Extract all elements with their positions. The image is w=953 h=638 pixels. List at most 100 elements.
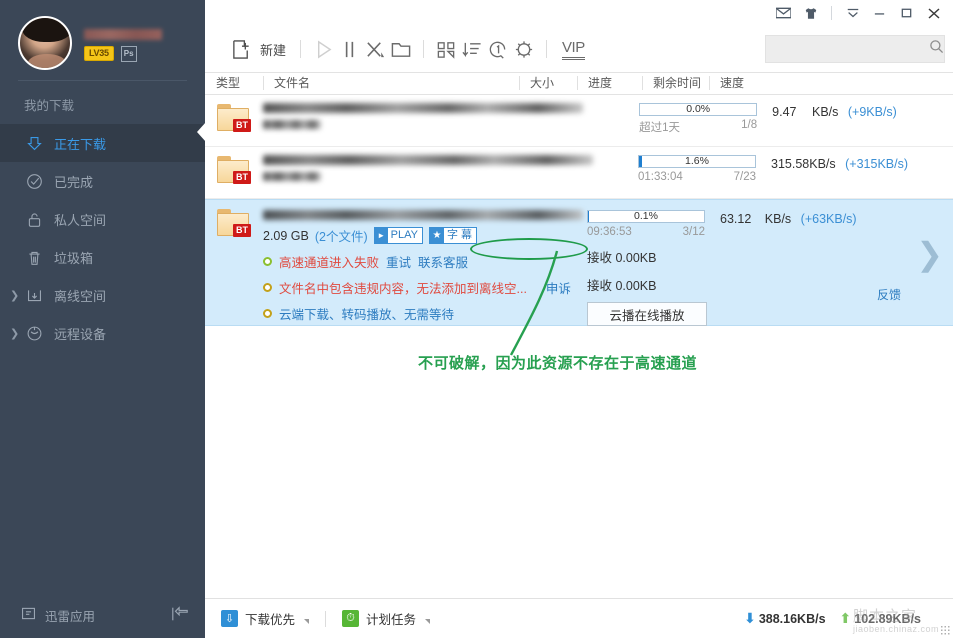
subtitle-tag-label: 字 幕	[447, 228, 472, 243]
sidebar-item-completed[interactable]: 已完成	[0, 162, 205, 200]
sidebar-item-downloading[interactable]: 正在下载	[0, 124, 205, 162]
scheduled-task-button[interactable]: ⏱ 计划任务	[342, 609, 430, 628]
play-tag-label: PLAY	[391, 228, 418, 243]
time-remaining: 超过1天	[639, 119, 680, 135]
bt-folder-icon: BT	[217, 156, 251, 184]
play-tag[interactable]: ► PLAY	[374, 227, 423, 244]
xunlei-apps-icon[interactable]	[20, 605, 37, 625]
vip-button[interactable]: VIP	[556, 39, 591, 60]
note-text: 高速通道进入失败	[279, 252, 379, 271]
minimize-icon[interactable]	[866, 2, 893, 24]
task-filename-cell	[263, 95, 639, 146]
sidebar-item-remote-device[interactable]: ❯ 远程设备	[0, 314, 205, 352]
search-input[interactable]	[774, 42, 929, 56]
column-header-size[interactable]: 大小	[519, 72, 577, 95]
sidebar: LV35 Ps 我的下载 正在下载 已完成	[0, 0, 205, 638]
task-progress-cell: 1.6% 01:33:04 7/23	[638, 147, 763, 198]
note-row-cloud-promo: 云端下载、转码播放、无需等待	[263, 304, 587, 323]
bullet-dot-icon	[263, 309, 272, 318]
note-text: 云端下载、转码播放、无需等待	[279, 304, 454, 323]
column-header-progress[interactable]: 进度	[577, 72, 642, 95]
subtitle-tag[interactable]: ★ 字 幕	[429, 227, 477, 244]
feedback-link[interactable]: 反馈	[877, 286, 901, 303]
download-speed-value: 388.16KB/s	[759, 612, 826, 626]
filename-redacted-line2	[263, 120, 321, 129]
xunlei-apps-label[interactable]: 迅雷应用	[45, 606, 95, 625]
column-header-time[interactable]: 剩余时间	[642, 72, 709, 95]
note-text: 文件名中包含违规内容，无法添加到离线空...	[279, 278, 527, 297]
speed-delta: (+315KB/s)	[845, 157, 908, 171]
shirt-icon[interactable]	[797, 2, 824, 24]
sidebar-spacer	[0, 352, 205, 592]
titlebar-separator	[831, 6, 832, 20]
column-header-type[interactable]: 类型	[205, 72, 263, 95]
close-icon[interactable]	[920, 2, 947, 24]
grid-view-icon[interactable]	[433, 36, 459, 62]
ps-badge: Ps	[121, 46, 137, 62]
table-row[interactable]: BT 0.0% 超过1天 1/8	[205, 95, 953, 147]
sidebar-item-label: 已完成	[54, 172, 93, 191]
active-item-pointer	[197, 122, 206, 142]
maximize-icon[interactable]	[893, 2, 920, 24]
progress-percent: 0.1%	[588, 210, 704, 223]
play-icon[interactable]	[310, 36, 336, 62]
xunlei-window: LV35 Ps 我的下载 正在下载 已完成	[0, 0, 953, 638]
files-done: 3/12	[683, 226, 705, 238]
arrow-up-icon: ⬆	[840, 610, 852, 627]
sidebar-item-offline-space[interactable]: ❯ 离线空间	[0, 276, 205, 314]
pause-icon[interactable]	[336, 36, 362, 62]
avatar[interactable]	[18, 16, 72, 70]
bt-tag: BT	[233, 224, 251, 237]
bt-tag: BT	[233, 171, 251, 184]
chevron-right-icon[interactable]: ❯	[916, 238, 943, 270]
table-row[interactable]: BT 1.6% 01:33:04 7/23	[205, 147, 953, 199]
sort-icon[interactable]	[459, 36, 485, 62]
task-type-cell: BT	[205, 147, 263, 198]
download-priority-button[interactable]: ⇩ 下载优先	[221, 609, 309, 628]
download-priority-icon: ⇩	[221, 610, 238, 627]
resize-grip[interactable]	[940, 625, 950, 635]
offline-box-icon	[24, 285, 44, 305]
search-icon[interactable]	[929, 39, 944, 59]
sidebar-item-trash[interactable]: 垃圾箱	[0, 238, 205, 276]
single-task-icon[interactable]	[485, 36, 511, 62]
open-folder-icon[interactable]	[388, 36, 414, 62]
files-done: 1/8	[741, 119, 757, 135]
contact-support-link[interactable]: 联系客服	[418, 252, 468, 271]
appeal-link[interactable]: 申诉	[546, 278, 571, 297]
task-progress-cell: 0.0% 超过1天 1/8	[639, 95, 764, 146]
bt-folder-icon: BT	[217, 209, 251, 237]
remote-device-icon	[24, 323, 44, 343]
table-row-selected[interactable]: BT 2.09 GB (2个文件) ► PLAY	[205, 199, 953, 326]
toolbar-separator	[546, 40, 547, 58]
check-circle-icon	[24, 171, 44, 191]
toolbar: 新建	[205, 26, 953, 72]
vip-label: VIP	[562, 39, 585, 60]
status-bar: ⇩ 下载优先 ⏱ 计划任务 ⬇ 388.16KB/s ⬆ 102.89KB/s	[205, 598, 953, 638]
column-header-speed[interactable]: 速度	[709, 72, 953, 95]
collapse-panel-icon[interactable]	[169, 605, 191, 626]
task-filename-cell	[263, 147, 638, 198]
chevron-right-icon: ❯	[10, 327, 19, 340]
speed-delta: (+63KB/s)	[801, 212, 857, 226]
speed-unit: KB/s	[765, 212, 791, 226]
user-profile[interactable]: LV35 Ps	[0, 0, 205, 80]
status-separator	[325, 611, 326, 627]
mail-icon[interactable]	[770, 2, 797, 24]
chevron-right-icon: ❯	[10, 289, 19, 302]
progress-percent: 1.6%	[639, 155, 755, 168]
retry-link[interactable]: 重试	[386, 252, 411, 271]
task-status-panel: 0.1% 09:36:53 3/12 63.12 KB/s (+63K	[587, 200, 953, 325]
settings-icon[interactable]	[511, 36, 537, 62]
sidebar-item-label: 私人空间	[54, 210, 106, 229]
delete-icon[interactable]	[362, 36, 388, 62]
sidebar-item-label: 离线空间	[54, 286, 106, 305]
sidebar-item-private-space[interactable]: 私人空间	[0, 200, 205, 238]
search-box[interactable]	[765, 35, 945, 63]
cloud-play-button[interactable]: 云播在线播放	[587, 302, 707, 326]
new-task-button[interactable]: 新建	[223, 33, 291, 65]
dropdown-icon[interactable]	[839, 2, 866, 24]
column-header-filename[interactable]: 文件名	[263, 72, 519, 95]
new-task-label: 新建	[260, 40, 286, 59]
note-row-illegal-content: 文件名中包含违规内容，无法添加到离线空... 申诉	[263, 278, 587, 297]
